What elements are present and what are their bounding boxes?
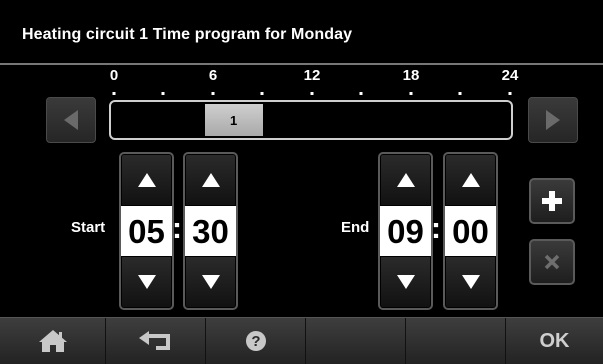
end-minute-up-button[interactable] [443,152,498,206]
ok-button[interactable]: OK [506,318,603,364]
tick-mark [508,92,512,95]
add-period-button[interactable] [529,178,575,224]
up-arrow-icon [137,173,156,187]
down-arrow-icon [201,275,220,289]
start-time-colon: : [172,212,182,245]
segment-label: 1 [230,113,238,128]
end-time-colon: : [431,212,441,245]
start-minute-display: 30 [183,206,238,256]
end-label: End [341,219,370,236]
tick-label-24: 24 [501,67,519,84]
start-hour-display: 05 [119,206,174,256]
divider [0,63,603,65]
time-program-bar[interactable]: 1 [109,100,513,140]
start-hour-down-button[interactable] [119,256,174,310]
tick-mark [359,92,363,95]
back-arrow-icon [138,331,170,350]
empty-toolbar-slot [306,318,406,364]
tick-label-12: 12 [303,67,321,84]
bottom-toolbar: ? OK [0,317,603,364]
tick-mark [211,92,215,95]
tick-mark [161,92,165,95]
help-button[interactable]: ? [206,318,306,364]
page-title: Heating circuit 1 Time program for Monda… [22,26,353,43]
back-button[interactable] [106,318,206,364]
plus-icon [542,191,562,211]
down-arrow-icon [396,275,415,289]
tick-mark [260,92,264,95]
home-icon [38,330,67,352]
tick-mark [112,92,116,95]
down-arrow-icon [137,275,156,289]
start-minute-down-button[interactable] [183,256,238,310]
end-hour-up-button[interactable] [378,152,433,206]
tick-mark [458,92,462,95]
right-arrow-icon [546,110,560,130]
tick-label-6: 6 [208,67,218,84]
help-icon: ? [245,331,266,351]
title-bar: Heating circuit 1 Time program for Monda… [0,0,603,64]
tick-label-0: 0 [109,67,119,84]
start-hour-up-button[interactable] [119,152,174,206]
close-icon [544,254,560,270]
up-arrow-icon [396,173,415,187]
heating-period-segment[interactable]: 1 [204,104,263,136]
delete-period-button[interactable] [529,239,575,285]
svg-text:?: ? [251,333,260,350]
prev-button[interactable] [46,97,96,143]
empty-toolbar-slot [406,318,506,364]
end-hour-down-button[interactable] [378,256,433,310]
tick-mark [409,92,413,95]
up-arrow-icon [201,173,220,187]
end-minute-display: 00 [443,206,498,256]
up-arrow-icon [461,173,480,187]
end-hour-display: 09 [378,206,433,256]
down-arrow-icon [461,275,480,289]
tick-label-18: 18 [402,67,420,84]
ok-label: OK [539,330,570,352]
next-button[interactable] [528,97,578,143]
start-minute-up-button[interactable] [183,152,238,206]
home-button[interactable] [0,318,106,364]
tick-mark [310,92,314,95]
end-minute-down-button[interactable] [443,256,498,310]
left-arrow-icon [64,110,78,130]
start-label: Start [71,219,106,236]
